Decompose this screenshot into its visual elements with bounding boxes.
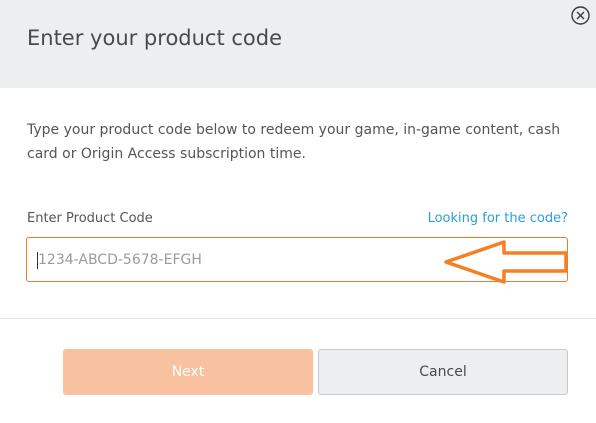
close-circle-icon — [571, 6, 590, 25]
footer-divider — [0, 318, 596, 319]
cancel-button[interactable]: Cancel — [318, 349, 568, 395]
next-button[interactable]: Next — [63, 349, 313, 395]
product-code-label: Enter Product Code — [27, 211, 153, 226]
close-button[interactable] — [570, 5, 591, 26]
text-caret — [37, 252, 38, 269]
dialog-header: Enter your product code — [0, 0, 596, 88]
product-code-dialog: Enter your product code Type your produc… — [0, 0, 596, 423]
dialog-description: Type your product code below to redeem y… — [27, 122, 561, 162]
left-arrow-annotation-icon — [440, 237, 570, 287]
dialog-title: Enter your product code — [27, 26, 283, 50]
looking-for-code-link[interactable]: Looking for the code? — [428, 211, 568, 226]
